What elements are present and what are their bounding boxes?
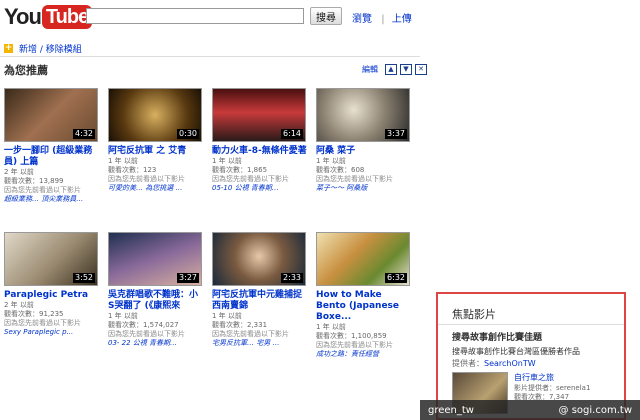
watermark-left: green_tw — [428, 404, 474, 416]
duration-badge: 4:32 — [73, 129, 95, 139]
author-label: 提供者： — [452, 359, 484, 368]
reason-text: 因為您先前看過以下影片 — [212, 175, 289, 183]
video-thumbnail[interactable]: 3:27 — [108, 232, 202, 286]
spotlight-video-title[interactable]: 自行車之旅 — [514, 372, 554, 383]
view-count: 觀看次數：1,574,027 — [108, 321, 179, 329]
logo-you: You — [4, 4, 42, 29]
video-title[interactable]: Paraplegic Petra — [4, 290, 100, 301]
related-link[interactable]: 05-10 公視 青春期… — [212, 184, 308, 193]
related-link[interactable]: Sexy Paraplegic p... — [4, 328, 100, 337]
top-bar: You Tube 搜尋 瀏覽 | 上傳 — [0, 0, 640, 36]
video-title[interactable]: 吳克群唱歌不難哦：小S哭翻了 (《康熙來 — [108, 290, 204, 312]
view-count: 觀看次數：1,100,859 — [316, 332, 387, 340]
duration-badge: 3:37 — [385, 129, 407, 139]
duration-badge: 2:33 — [281, 273, 303, 283]
video-age: 1 年 以前 — [108, 157, 138, 165]
browse-link[interactable]: 瀏覽 — [352, 14, 372, 25]
video-thumbnail[interactable]: 3:37 — [316, 88, 410, 142]
video-card[interactable]: 4:32 一步一腳印 (超級業務員) 上篇 2 年 以前 觀看次數：13,899… — [4, 88, 100, 204]
video-thumbnail[interactable]: 3:52 — [4, 232, 98, 286]
top-links: 瀏覽 | 上傳 — [352, 10, 416, 25]
video-card[interactable]: 0:30 阿宅反抗軍 之 艾青 1 年 以前 觀看次數：123 因為您先前看過以… — [108, 88, 204, 193]
view-count: 觀看次數：91,235 — [4, 310, 64, 318]
video-card[interactable]: 3:52 Paraplegic Petra 2 年 以前 觀看次數：91,235… — [4, 232, 100, 337]
related-link[interactable]: 成功之路：責任經營 — [316, 350, 412, 359]
view-count: 觀看次數：13,899 — [4, 177, 64, 185]
video-thumbnail[interactable]: 2:33 — [212, 232, 306, 286]
video-age: 2 年 以前 — [4, 301, 34, 309]
video-thumbnail[interactable]: 6:14 — [212, 88, 306, 142]
video-title[interactable]: 阿桑 菜子 — [316, 146, 412, 157]
section-controls: 編輯 ▲ ▼ ✕ — [362, 64, 427, 75]
video-card[interactable]: 2:33 阿宅反抗軍中元雞捕捉西南賣錦 1 年 以前 觀看次數：2,331 因為… — [212, 232, 308, 348]
video-thumbnail[interactable]: 4:32 — [4, 88, 98, 142]
plus-icon[interactable]: + — [4, 44, 13, 53]
logo-tube: Tube — [41, 5, 93, 29]
related-link[interactable]: 菜子～～ 阿桑版 — [316, 184, 412, 193]
view-count: 觀看次數：123 — [108, 166, 157, 174]
watermark-right: @ sogi.com.tw — [558, 404, 632, 416]
upload-link[interactable]: 上傳 — [392, 14, 412, 25]
video-card[interactable]: 6:32 How to Make Bento (Japanese Boxe...… — [316, 232, 412, 359]
move-up-icon[interactable]: ▲ — [385, 64, 397, 75]
video-thumbnail[interactable]: 0:30 — [108, 88, 202, 142]
edit-link[interactable]: 編輯 — [362, 64, 378, 75]
spotlight-title: 焦點影片 — [452, 308, 496, 321]
duration-badge: 3:52 — [73, 273, 95, 283]
reason-text: 因為您先前看過以下影片 — [316, 175, 393, 183]
youtube-logo[interactable]: You Tube — [4, 4, 93, 30]
author-link[interactable]: SearchOnTW — [484, 359, 536, 368]
video-title[interactable]: 阿宅反抗軍中元雞捕捉西南賣錦 — [212, 290, 308, 312]
duration-badge: 6:14 — [281, 129, 303, 139]
view-count: 觀看次數：2,331 — [212, 321, 268, 329]
reason-text: 因為您先前看過以下影片 — [212, 330, 289, 338]
reason-text: 因為您先前看過以下影片 — [108, 330, 185, 338]
search-input[interactable] — [86, 8, 304, 24]
divider — [0, 56, 420, 57]
reason-text: 因為您先前看過以下影片 — [316, 341, 393, 349]
spotlight-author: 提供者：SearchOnTW — [452, 358, 536, 369]
video-age: 1 年 以前 — [316, 323, 346, 331]
video-title[interactable]: 一步一腳印 (超級業務員) 上篇 — [4, 146, 100, 168]
duration-badge: 0:30 — [177, 129, 199, 139]
spotlight-headline[interactable]: 搜尋故事創作比賽佳題 — [452, 330, 542, 343]
reason-text: 因為您先前看過以下影片 — [108, 175, 185, 183]
divider: | — [381, 14, 385, 25]
module-bar: + 新增 / 移除模組 — [4, 42, 82, 55]
duration-badge: 6:32 — [385, 273, 407, 283]
video-age: 1 年 以前 — [316, 157, 346, 165]
video-thumbnail[interactable]: 6:32 — [316, 232, 410, 286]
divider — [438, 324, 624, 325]
video-age: 2 年 以前 — [4, 168, 34, 176]
video-age: 1 年 以前 — [212, 157, 242, 165]
related-link[interactable]: 03- 22 公視 青春期… — [108, 339, 204, 348]
video-title[interactable]: How to Make Bento (Japanese Boxe... — [316, 290, 412, 323]
search-button[interactable]: 搜尋 — [310, 7, 342, 25]
watermark: green_tw @ sogi.com.tw — [420, 400, 640, 420]
add-remove-modules-link[interactable]: 新增 / 移除模組 — [19, 42, 82, 55]
reason-text: 因為您先前看過以下影片 — [4, 319, 81, 327]
related-link[interactable]: 可愛的美… 為您挑選 … — [108, 184, 204, 193]
video-title[interactable]: 阿宅反抗軍 之 艾青 — [108, 146, 204, 157]
video-card[interactable]: 3:37 阿桑 菜子 1 年 以前 觀看次數：608 因為您先前看過以下影片 菜… — [316, 88, 412, 193]
section-title: 為您推薦 — [4, 64, 48, 77]
video-title[interactable]: 動力火車-8-無條件愛著 — [212, 146, 308, 157]
spotlight-description: 搜尋故事創作比賽台灣區優勝者作品 — [452, 347, 580, 356]
related-link[interactable]: 超級業務… 頂尖業務員… — [4, 195, 100, 204]
video-age: 1 年 以前 — [212, 312, 242, 320]
video-card[interactable]: 3:27 吳克群唱歌不難哦：小S哭翻了 (《康熙來 1 年 以前 觀看次數：1,… — [108, 232, 204, 348]
view-count: 觀看次數：608 — [316, 166, 365, 174]
duration-badge: 3:27 — [177, 273, 199, 283]
reason-text: 因為您先前看過以下影片 — [4, 186, 81, 194]
collapse-icon[interactable]: ▼ — [400, 64, 412, 75]
related-link[interactable]: 宅男反抗軍… 宅男 … — [212, 339, 308, 348]
spotlight-uploader: 影片提供者：serenela1 — [514, 384, 591, 392]
video-card[interactable]: 6:14 動力火車-8-無條件愛著 1 年 以前 觀看次數：1,865 因為您先… — [212, 88, 308, 193]
view-count: 觀看次數：1,865 — [212, 166, 268, 174]
close-icon[interactable]: ✕ — [415, 64, 427, 75]
video-age: 1 年 以前 — [108, 312, 138, 320]
